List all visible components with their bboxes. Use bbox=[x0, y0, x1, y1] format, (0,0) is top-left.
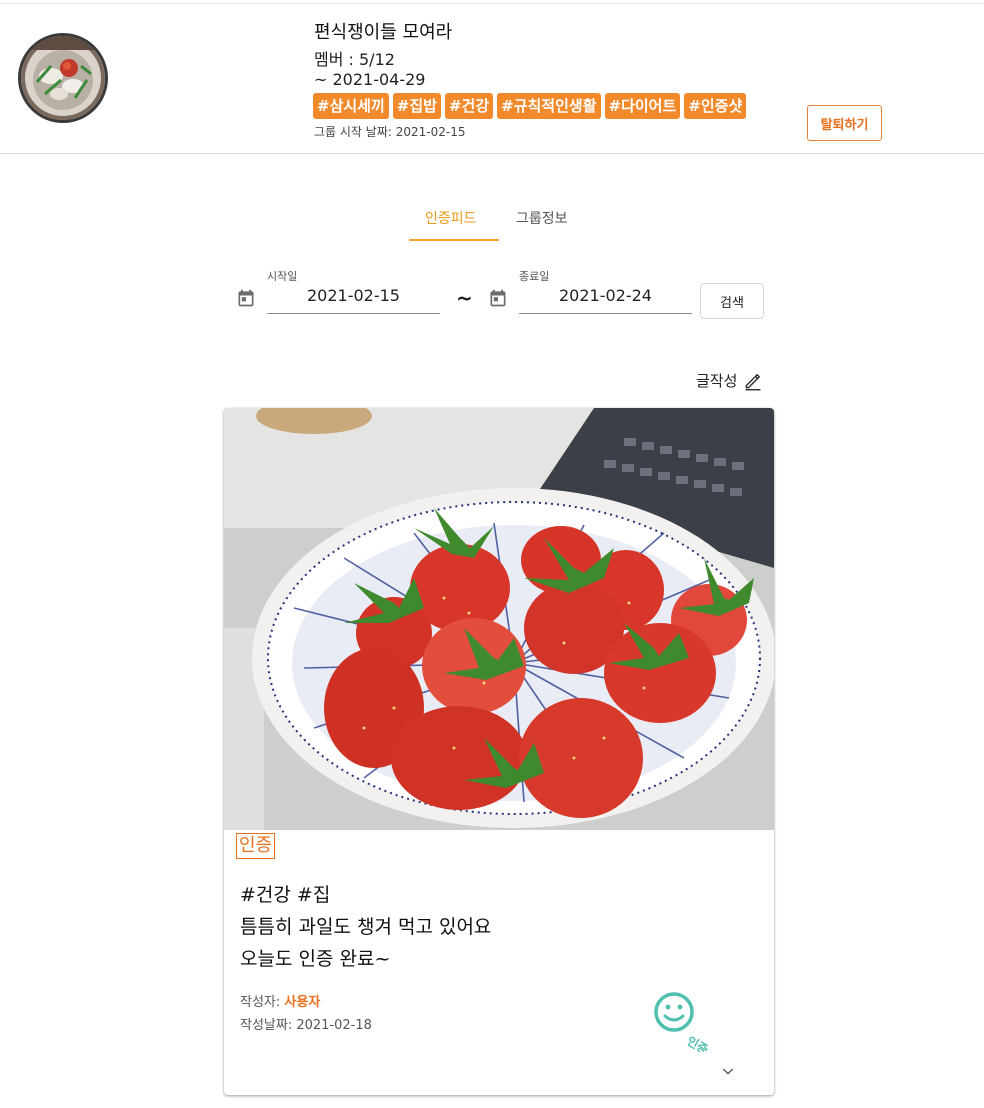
calendar-icon[interactable] bbox=[488, 288, 508, 308]
chevron-down-icon[interactable] bbox=[720, 1063, 736, 1079]
author-label: 작성자: bbox=[240, 995, 285, 1010]
post-text-line: 틈틈히 과일도 챙겨 먹고 있어요 bbox=[240, 916, 492, 938]
tag: #규칙적인생활 bbox=[497, 93, 601, 119]
post-card[interactable]: 인증 #건강 #집 틈틈히 과일도 챙겨 먹고 있어요 오늘도 인증 완료~ 작… bbox=[224, 408, 774, 1095]
search-button[interactable]: 검색 bbox=[700, 283, 764, 319]
tag: #삼시세끼 bbox=[313, 93, 389, 119]
tab-indicator bbox=[409, 239, 499, 241]
smiley-icon bbox=[665, 1004, 671, 1010]
tab-group-info[interactable]: 그룹정보 bbox=[516, 208, 568, 228]
post-hashtags: #건강 #집 bbox=[240, 884, 331, 906]
member-count: 멤버 : 5/12 bbox=[314, 50, 395, 69]
start-date-label: 시작일 bbox=[267, 270, 298, 283]
write-post-label: 글작성 bbox=[696, 372, 738, 390]
start-date-value[interactable]: 2021-02-15 bbox=[267, 286, 440, 305]
group-avatar bbox=[18, 33, 108, 123]
end-date-field[interactable]: 종료일 2021-02-24 bbox=[519, 268, 692, 314]
calendar-icon[interactable] bbox=[236, 288, 256, 308]
post-author: 작성자: 사용자 bbox=[240, 991, 320, 1010]
pencil-icon bbox=[745, 373, 761, 390]
tag: #집밥 bbox=[392, 93, 441, 119]
start-date-field[interactable]: 시작일 2021-02-15 bbox=[267, 268, 440, 314]
tag-list: #삼시세끼 #집밥 #건강 #규칙적인생활 #다이어트 #인증샷 bbox=[313, 93, 747, 119]
tab-verification-feed[interactable]: 인증피드 bbox=[425, 208, 477, 228]
tag: #인증샷 bbox=[684, 93, 747, 119]
tag: #건강 bbox=[444, 93, 494, 119]
header-divider bbox=[0, 153, 984, 154]
top-divider bbox=[0, 3, 984, 4]
tag: #다이어트 bbox=[604, 93, 681, 119]
post-image bbox=[224, 408, 774, 830]
author-name[interactable]: 사용자 bbox=[284, 995, 320, 1010]
write-post-link[interactable]: 글작성 bbox=[696, 370, 763, 391]
date-separator: ~ bbox=[456, 286, 473, 310]
end-date-value[interactable]: 2021-02-24 bbox=[519, 286, 692, 305]
group-end-date: ~ 2021-04-29 bbox=[314, 70, 426, 89]
post-text-line: 오늘도 인증 완료~ bbox=[240, 948, 391, 970]
group-title: 편식쟁이들 모여라 bbox=[314, 22, 453, 43]
post-date: 작성날짜: 2021-02-18 bbox=[240, 1018, 372, 1033]
verification-badge: 인증 bbox=[236, 833, 276, 859]
group-start-date: 그룹 시작 날짜: 2021-02-15 bbox=[314, 125, 466, 139]
leave-group-button[interactable]: 탈퇴하기 bbox=[807, 105, 882, 141]
stamp-label: 인증 bbox=[685, 1033, 709, 1052]
verification-stamp[interactable]: 인증 bbox=[652, 990, 708, 1052]
end-date-label: 종료일 bbox=[519, 270, 550, 283]
